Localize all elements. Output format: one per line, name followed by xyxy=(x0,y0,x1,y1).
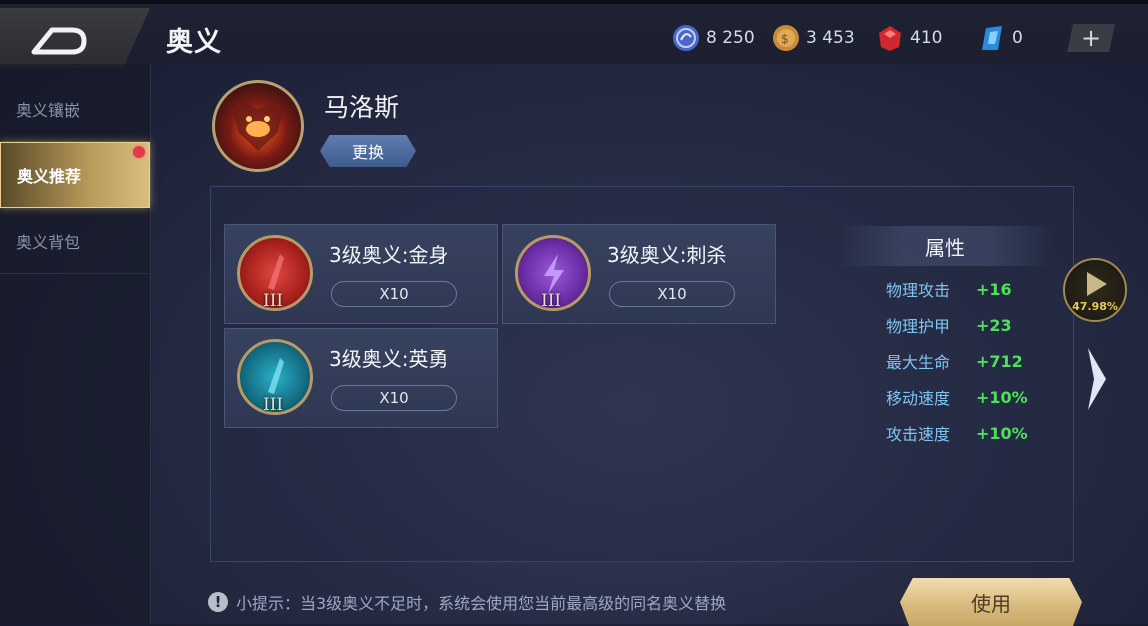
play-icon xyxy=(1087,272,1107,296)
rune-card-golden-body[interactable]: III 3级奥义:金身 X10 xyxy=(224,224,498,324)
attribute-row: 移动速度 +10% xyxy=(886,382,1028,412)
attribute-name: 移动速度 xyxy=(886,389,951,408)
rune-count: X10 xyxy=(331,281,457,307)
svg-text:$: $ xyxy=(781,32,789,46)
use-button[interactable]: 使用 xyxy=(900,578,1082,626)
win-rate-button[interactable]: 47.98% xyxy=(1063,258,1127,322)
blue-coin-value: 8 250 xyxy=(706,28,755,48)
currency-blue-crystal: 0 xyxy=(978,24,1023,52)
sidebar-item-label: 奥义镶嵌 xyxy=(16,100,81,120)
attribute-value: +712 xyxy=(976,351,1023,371)
sidebar-item-label: 奥义背包 xyxy=(16,232,81,252)
plus-icon: + xyxy=(1080,24,1102,52)
rune-level: III xyxy=(263,395,284,415)
attribute-value: +16 xyxy=(976,279,1012,299)
win-rate-value: 47.98% xyxy=(1072,300,1118,313)
sidebar-item-label: 奥义推荐 xyxy=(17,167,82,186)
attribute-name: 最大生命 xyxy=(886,353,951,372)
hero-avatar[interactable] xyxy=(212,80,304,172)
change-hero-button[interactable]: 更换 xyxy=(320,135,416,167)
attribute-row: 攻击速度 +10% xyxy=(886,418,1028,448)
sidebar: 奥义镶嵌 奥义推荐 奥义背包 xyxy=(0,64,151,624)
attribute-value: +10% xyxy=(976,387,1028,407)
attribute-row: 最大生命 +712 xyxy=(886,346,1023,376)
rune-level: III xyxy=(263,291,284,311)
top-bar: 奥义 8 250 $ 3 453 410 0 + xyxy=(0,0,1148,68)
attribute-value: +23 xyxy=(976,315,1012,335)
chevron-right-icon[interactable] xyxy=(1084,344,1110,414)
rune-name: 3级奥义:刺杀 xyxy=(607,243,727,267)
attributes-title: 属性 xyxy=(838,226,1052,266)
currency-gold-coin: $ 3 453 xyxy=(772,24,855,52)
attribute-value: +10% xyxy=(976,423,1028,443)
back-arrow-icon xyxy=(31,27,87,55)
currency-red-gem: 410 xyxy=(876,24,942,52)
red-gem-value: 410 xyxy=(910,28,943,48)
rune-name: 3级奥义:金身 xyxy=(329,243,449,267)
gold-coin-value: 3 453 xyxy=(806,28,855,48)
sidebar-item-inlay[interactable]: 奥义镶嵌 xyxy=(0,76,150,142)
gold-coin-icon: $ xyxy=(772,24,800,52)
attribute-name: 物理护甲 xyxy=(886,317,951,336)
back-button[interactable] xyxy=(0,8,150,68)
add-currency-button[interactable]: + xyxy=(1067,24,1115,52)
attribute-row: 物理攻击 +16 xyxy=(886,274,1012,304)
tip-message: 小提示：当3级奥义不足时，系统会使用您当前最高级的同名奥义替换 xyxy=(236,594,727,613)
rune-card-valor[interactable]: III 3级奥义:英勇 X10 xyxy=(224,328,498,428)
blue-coin-icon xyxy=(672,24,700,52)
rune-count: X10 xyxy=(331,385,457,411)
page-title: 奥义 xyxy=(166,27,222,58)
rune-name: 3级奥义:英勇 xyxy=(329,347,449,371)
red-gem-icon xyxy=(876,24,904,52)
info-icon: ! xyxy=(208,592,228,612)
currency-blue-coin: 8 250 xyxy=(672,24,755,52)
sidebar-item-bag[interactable]: 奥义背包 xyxy=(0,208,150,274)
hero-name: 马洛斯 xyxy=(324,93,400,122)
rune-card-assassinate[interactable]: III 3级奥义:刺杀 X10 xyxy=(502,224,776,324)
notification-dot xyxy=(133,146,145,158)
sidebar-item-recommend[interactable]: 奥义推荐 xyxy=(0,142,150,208)
attribute-name: 物理攻击 xyxy=(886,281,951,300)
tip-text: ! 小提示：当3级奥义不足时，系统会使用您当前最高级的同名奥义替换 xyxy=(208,590,726,614)
blue-crystal-icon xyxy=(978,24,1006,52)
rune-level: III xyxy=(541,291,562,311)
attribute-row: 物理护甲 +23 xyxy=(886,310,1012,340)
attribute-name: 攻击速度 xyxy=(886,425,951,444)
hero-portrait-icon xyxy=(233,103,283,151)
rune-count: X10 xyxy=(609,281,735,307)
blue-crystal-value: 0 xyxy=(1012,28,1023,48)
